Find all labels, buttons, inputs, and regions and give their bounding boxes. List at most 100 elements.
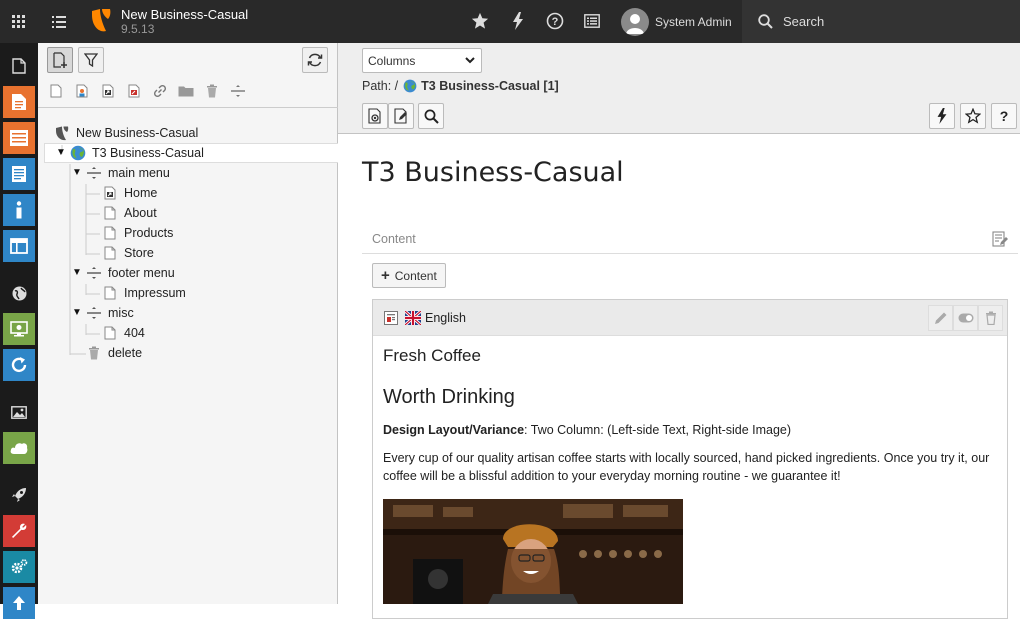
module-list-icon[interactable] (3, 122, 35, 154)
tree-node-label: main menu (108, 166, 170, 180)
help-button[interactable]: ? (991, 103, 1017, 129)
module-workspaces-icon[interactable] (3, 313, 35, 345)
module-settings-gears-icon[interactable] (3, 551, 35, 583)
view-mode-select[interactable]: Columns (362, 48, 482, 73)
site-name[interactable]: New Business-Casual (121, 7, 248, 22)
tree-node-label: delete (108, 346, 143, 360)
version-label: 9.5.13 (121, 22, 155, 36)
toolbar-divider (38, 107, 338, 108)
view-mode-value: Columns (368, 53, 416, 68)
content-header: Fresh Coffee (383, 346, 481, 365)
module-extensions-icon[interactable] (3, 432, 35, 464)
tree-node-store[interactable]: Store (102, 243, 154, 263)
globe-icon (70, 145, 86, 161)
search-toolbar[interactable]: Search (742, 0, 1020, 43)
content-element: English Fresh Coffee Worth Drinking Desi… (372, 299, 1008, 619)
doktype-page-icon[interactable] (48, 83, 64, 99)
module-upgrade-arrow-icon[interactable] (3, 587, 35, 619)
design-layout-value: : Two Column: (Left-side Text, Right-sid… (524, 423, 792, 437)
tree-node-site[interactable]: T3 Business-Casual (70, 143, 204, 163)
new-page-button[interactable] (47, 47, 73, 73)
design-layout-label: Design Layout/Variance (383, 423, 525, 437)
tree-node-label: About (124, 206, 157, 220)
path-page-title[interactable]: T3 Business-Casual [1] (421, 79, 559, 93)
module-reload-icon[interactable] (3, 349, 35, 381)
toggle-visibility-button[interactable] (953, 305, 978, 331)
tree-node-impressum[interactable]: Impressum (102, 283, 186, 303)
user-menu[interactable]: System Admin (612, 0, 742, 43)
tree-node-label: Impressum (124, 286, 186, 300)
bookmarks-star-icon[interactable] (469, 10, 491, 32)
bolt-icon (937, 108, 947, 124)
system-information-icon[interactable] (581, 10, 603, 32)
svg-text:?: ? (552, 16, 559, 28)
doktype-external-link-icon[interactable] (126, 83, 142, 99)
tree-node-products[interactable]: Products (102, 223, 173, 243)
trash-icon (985, 311, 996, 325)
refresh-tree-button[interactable] (302, 47, 328, 73)
module-filelist-icon[interactable] (3, 396, 35, 428)
typo3-logo-icon[interactable] (90, 7, 112, 35)
chevron-down-icon (465, 57, 475, 64)
flush-caches-bolt-icon[interactable] (507, 10, 529, 32)
design-layout-line: Design Layout/Variance: Two Column: (Lef… (383, 423, 997, 437)
edit-content-button[interactable] (928, 305, 953, 331)
expand-toggle-icon[interactable]: ▼ (56, 147, 66, 158)
doktype-shortcut-icon[interactable] (100, 83, 116, 99)
search-button[interactable] (418, 103, 444, 129)
filter-button[interactable] (78, 47, 104, 73)
module-sites-globe-icon[interactable] (3, 277, 35, 309)
doktype-folder-icon[interactable] (178, 83, 194, 99)
avatar (621, 7, 649, 36)
pencil-icon (934, 312, 946, 324)
globe-icon (403, 79, 417, 93)
module-menu-toggle-icon[interactable] (0, 0, 38, 43)
tree-node-main-menu[interactable]: main menu (86, 163, 170, 183)
tree-node-home[interactable]: Home (102, 183, 157, 203)
view-page-button[interactable] (362, 103, 388, 129)
help-icon[interactable]: ? (544, 10, 566, 32)
module-install-rocket-icon[interactable] (3, 479, 35, 511)
doktype-separator-icon[interactable] (230, 83, 246, 99)
doktype-recycler-icon[interactable] (204, 83, 220, 99)
doktype-backend-user-icon[interactable] (74, 83, 90, 99)
tree-node-label: misc (108, 306, 134, 320)
module-template-icon[interactable] (3, 230, 35, 262)
bookmark-button[interactable] (960, 103, 986, 129)
typo3-root-icon (54, 125, 70, 141)
tree-toggle-icon[interactable] (40, 0, 78, 43)
content-image (383, 499, 683, 604)
clear-cache-button[interactable] (929, 103, 955, 129)
page-icon (102, 205, 118, 221)
tree-node-about[interactable]: About (102, 203, 157, 223)
content-element-body: Fresh Coffee Worth Drinking Design Layou… (383, 346, 997, 485)
expand-toggle-icon[interactable]: ▼ (72, 167, 82, 178)
expand-toggle-icon[interactable]: ▼ (72, 307, 82, 318)
module-menu (0, 43, 38, 619)
module-view-icon[interactable] (3, 86, 35, 118)
tree-node-footer-menu[interactable]: footer menu (86, 263, 175, 283)
module-info-icon[interactable] (3, 194, 35, 226)
content-type-icon[interactable] (384, 311, 398, 325)
delete-content-button[interactable] (978, 305, 1003, 331)
expand-toggle-icon[interactable]: ▼ (72, 267, 82, 278)
plus-icon: + (381, 267, 390, 284)
tree-node-misc[interactable]: misc (86, 303, 134, 323)
tree-node-root[interactable]: New Business-Casual (54, 123, 198, 143)
recycler-icon (86, 345, 102, 361)
doktype-link-icon[interactable] (152, 83, 168, 99)
edit-column-icon[interactable] (992, 231, 1008, 247)
search-label: Search (783, 14, 825, 29)
menu-separator-icon (86, 165, 102, 181)
module-maintenance-wrench-icon[interactable] (3, 515, 35, 547)
tree-node-delete[interactable]: delete (86, 343, 142, 363)
module-form-icon[interactable] (3, 158, 35, 190)
page-icon (102, 225, 118, 241)
tree-node-label: footer menu (108, 266, 175, 280)
module-page-icon[interactable] (3, 50, 35, 82)
menu-separator-icon (86, 305, 102, 321)
page-shortcut-icon (102, 185, 118, 201)
tree-node-404[interactable]: 404 (102, 323, 145, 343)
edit-page-properties-button[interactable] (388, 103, 414, 129)
add-content-button[interactable]: + Content (372, 263, 446, 288)
